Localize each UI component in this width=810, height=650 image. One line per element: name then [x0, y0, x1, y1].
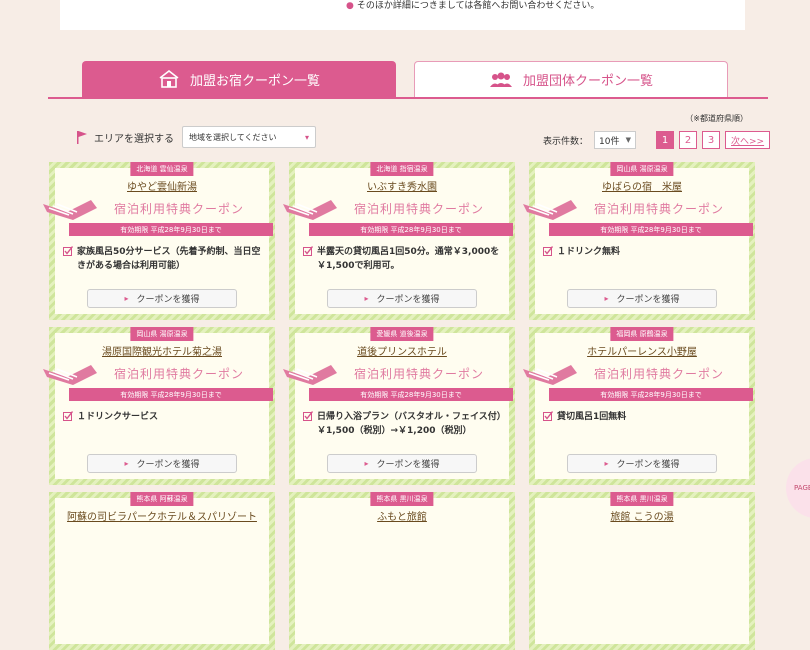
ribbon-icon	[43, 365, 97, 385]
expiry-banner: 有効期限 平成28年9月30日まで	[69, 223, 273, 236]
benefit-text: 日帰り入浴プラン（バスタオル・フェイス付）￥1,500（税別）→￥1,200（税…	[303, 410, 505, 438]
chevron-right-icon: ▸	[604, 459, 609, 468]
benefit-text: 半露天の貸切風呂1回50分。通常￥3,000を￥1,500で利用可。	[303, 245, 505, 273]
chevron-right-icon: ▸	[364, 459, 369, 468]
page-3-button[interactable]: 3	[702, 131, 721, 149]
ribbon-icon	[523, 200, 577, 220]
benefit-text: 貸切風呂1回無料	[543, 410, 745, 424]
inn-name-link[interactable]: 旅館 こうの湯	[535, 508, 749, 523]
expiry-banner: 有効期限 平成28年9月30日まで	[309, 223, 513, 236]
region-badge: 熊本県 阿蘇温泉	[130, 492, 194, 506]
group-icon	[489, 72, 513, 88]
chevron-down-icon: ▼	[625, 136, 632, 144]
coupon-card: 熊本県 阿蘇温泉 阿蘇の司ビラパークホテル＆スパリゾート	[49, 492, 275, 650]
expiry-banner: 有効期限 平成28年9月30日まで	[69, 388, 273, 401]
get-coupon-button[interactable]: ▸ クーポンを獲得	[87, 289, 237, 308]
pagination: 表示件数： 10件 ▼ 1 2 3 次へ>>	[543, 131, 771, 149]
checkbox-icon	[543, 411, 553, 421]
area-label: エリアを選択する	[94, 133, 174, 145]
inn-name-link[interactable]: ふもと旅館	[295, 508, 509, 523]
chevron-right-icon: ▸	[124, 294, 129, 303]
next-page-link[interactable]: 次へ>>	[725, 131, 771, 149]
checkbox-icon	[63, 246, 73, 256]
page-2-button[interactable]: 2	[679, 131, 698, 149]
region-badge: 福岡県 原鶴温泉	[610, 327, 674, 341]
tab-label: 加盟団体クーポン一覧	[522, 74, 653, 89]
coupon-card: 熊本県 黒川温泉 旅館 こうの湯	[529, 492, 755, 650]
get-coupon-button[interactable]: ▸ クーポンを獲得	[327, 289, 477, 308]
coupon-card: 愛媛県 道後温泉 道後プリンスホテル 宿泊利用特典クーポン 有効期限 平成28年…	[283, 327, 515, 485]
expiry-banner: 有効期限 平成28年9月30日まで	[549, 223, 753, 236]
checkbox-icon	[303, 246, 313, 256]
house-icon	[158, 70, 180, 88]
ribbon-icon	[283, 200, 337, 220]
inn-name-link[interactable]: ゆばらの宿 米屋	[535, 178, 749, 193]
tab-label: 加盟お宿クーポン一覧	[189, 73, 320, 89]
count-label: 表示件数：	[543, 136, 589, 147]
benefit-text: １ドリンク無料	[543, 245, 745, 259]
coupon-card: 福岡県 原鶴温泉 ホテルパーレンス小野屋 宿泊利用特典クーポン 有効期限 平成2…	[523, 327, 755, 485]
region-badge: 熊本県 黒川温泉	[610, 492, 674, 506]
flag-icon	[76, 130, 88, 144]
get-coupon-button[interactable]: ▸ クーポンを獲得	[567, 454, 717, 473]
chevron-right-icon: ▸	[364, 294, 369, 303]
checkbox-icon	[543, 246, 553, 256]
area-filter: エリアを選択する 地域を選択してください ▾	[76, 126, 316, 148]
inn-name-link[interactable]: 阿蘇の司ビラパークホテル＆スパリゾート	[55, 508, 269, 523]
chevron-down-icon: ▾	[304, 132, 309, 142]
expiry-banner: 有効期限 平成28年9月30日まで	[309, 388, 513, 401]
get-coupon-button[interactable]: ▸ クーポンを獲得	[327, 454, 477, 473]
notice-box: ● そのほか詳細につきましては各館へお問い合わせください。	[60, 0, 745, 30]
inn-name-link[interactable]: ホテルパーレンス小野屋	[535, 343, 749, 358]
tab-group-coupons[interactable]: 加盟団体クーポン一覧	[414, 61, 728, 97]
page-top-button[interactable]: PAGE	[786, 458, 810, 518]
prefecture-order-note: （※都道府県順）	[685, 114, 748, 123]
benefit-text: １ドリンクサービス	[63, 410, 265, 424]
region-badge: 岡山県 湯原温泉	[610, 162, 674, 176]
inn-name-link[interactable]: 湯原国際観光ホテル菊之湯	[55, 343, 269, 358]
checkbox-icon	[63, 411, 73, 421]
coupon-card: 岡山県 湯原温泉 ゆばらの宿 米屋 宿泊利用特典クーポン 有効期限 平成28年9…	[523, 162, 755, 320]
coupon-title: 宿泊利用特典クーポン	[113, 202, 244, 216]
region-badge: 熊本県 黒川温泉	[370, 492, 434, 506]
ribbon-icon	[283, 365, 337, 385]
coupon-title: 宿泊利用特典クーポン	[113, 367, 244, 381]
coupon-card: 岡山県 湯原温泉 湯原国際観光ホテル菊之湯 宿泊利用特典クーポン 有効期限 平成…	[43, 327, 275, 485]
ribbon-icon	[43, 200, 97, 220]
notice-text: ● そのほか詳細につきましては各館へお問い合わせください。	[346, 1, 600, 11]
region-badge: 愛媛県 道後温泉	[370, 327, 434, 341]
count-select[interactable]: 10件 ▼	[594, 131, 637, 149]
coupon-title: 宿泊利用特典クーポン	[353, 202, 484, 216]
tab-divider	[48, 97, 768, 99]
get-coupon-button[interactable]: ▸ クーポンを獲得	[87, 454, 237, 473]
page-1-button[interactable]: 1	[656, 131, 675, 149]
coupon-title: 宿泊利用特典クーポン	[593, 367, 724, 381]
expiry-banner: 有効期限 平成28年9月30日まで	[549, 388, 753, 401]
region-badge: 岡山県 湯原温泉	[130, 327, 194, 341]
region-badge: 北海道 指宿温泉	[370, 162, 434, 176]
inn-name-link[interactable]: 道後プリンスホテル	[295, 343, 509, 358]
inn-name-link[interactable]: ゆやど雲仙新湯	[55, 178, 269, 193]
chevron-right-icon: ▸	[124, 459, 129, 468]
ribbon-icon	[523, 365, 577, 385]
bullet-icon: ●	[346, 1, 354, 11]
coupon-title: 宿泊利用特典クーポン	[353, 367, 484, 381]
inn-name-link[interactable]: いぶすき秀水園	[295, 178, 509, 193]
coupon-card: 北海道 指宿温泉 いぶすき秀水園 宿泊利用特典クーポン 有効期限 平成28年9月…	[283, 162, 515, 320]
coupon-title: 宿泊利用特典クーポン	[593, 202, 724, 216]
tab-inn-coupons[interactable]: 加盟お宿クーポン一覧	[82, 61, 396, 97]
region-badge: 北海道 雲仙温泉	[130, 162, 194, 176]
coupon-card: 北海道 雲仙温泉 ゆやど雲仙新湯 宿泊利用特典クーポン 有効期限 平成28年9月…	[43, 162, 275, 320]
get-coupon-button[interactable]: ▸ クーポンを獲得	[567, 289, 717, 308]
chevron-right-icon: ▸	[604, 294, 609, 303]
checkbox-icon	[303, 411, 313, 421]
benefit-text: 家族風呂50分サービス（先着予約制、当日空きがある場合は利用可能）	[63, 245, 265, 273]
area-select[interactable]: 地域を選択してください ▾	[182, 126, 316, 148]
coupon-card: 熊本県 黒川温泉 ふもと旅館	[289, 492, 515, 650]
